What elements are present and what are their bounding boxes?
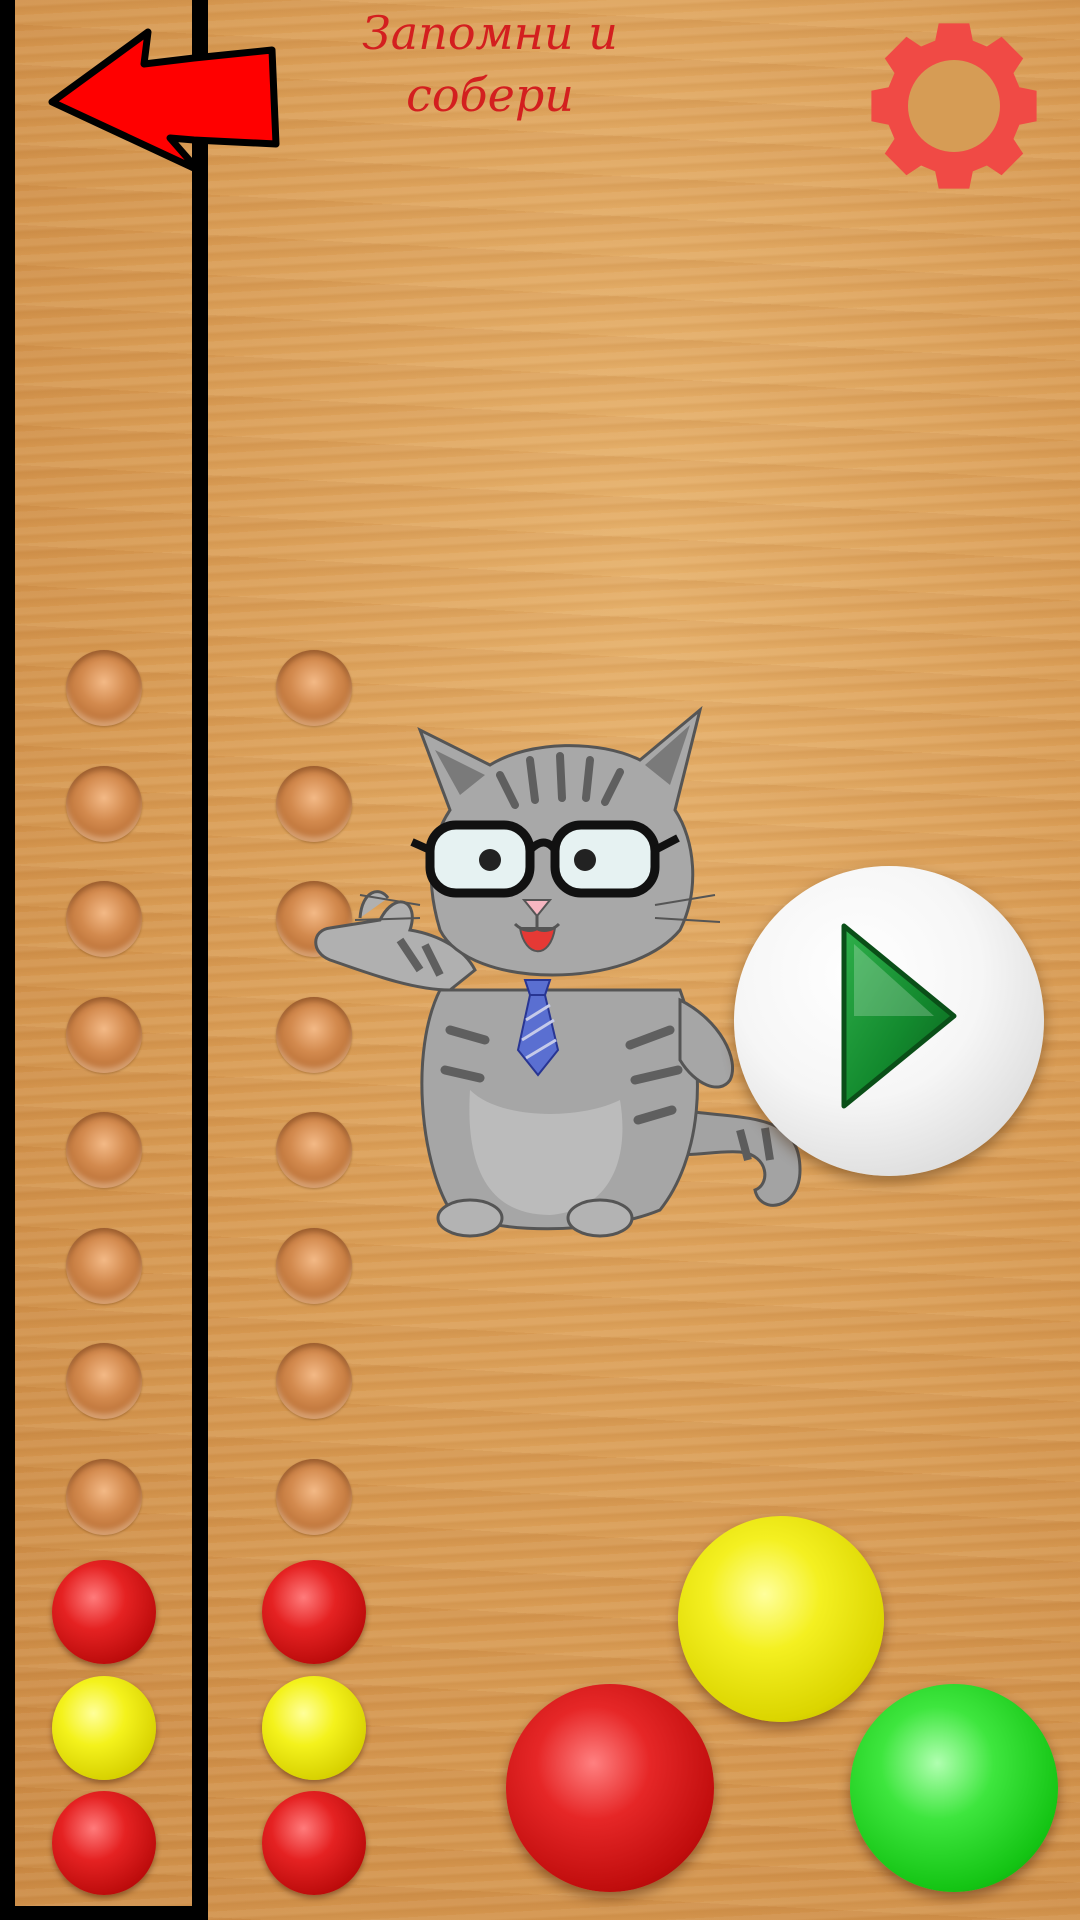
title-line-2: собери [406,68,574,122]
back-arrow-icon [48,28,280,174]
player-red-peg[interactable] [262,1560,366,1664]
settings-button[interactable] [868,20,1040,192]
sample-red-peg [52,1791,156,1895]
sample-empty-hole [66,765,142,842]
page-title: Запомни и собери [320,2,660,126]
sample-red-peg [52,1560,156,1664]
gear-icon [871,23,1037,189]
play-icon [841,923,957,1109]
sample-empty-hole [66,650,142,726]
board-bottom-border [0,1906,208,1920]
palette-red-ball[interactable] [506,1684,714,1892]
board-column-divider [192,0,208,1920]
sample-empty-hole [66,1227,142,1304]
play-button[interactable] [734,866,1044,1176]
sample-yellow-peg [52,1675,156,1780]
player-empty-hole[interactable] [276,1343,352,1419]
board-left-border [0,0,15,1920]
player-empty-hole[interactable] [276,1458,352,1535]
palette-yellow-ball[interactable] [678,1516,884,1722]
player-yellow-peg[interactable] [262,1675,366,1780]
back-button[interactable] [48,28,284,174]
palette-green-ball[interactable] [850,1684,1058,1892]
sample-empty-hole [66,1458,142,1535]
sample-empty-hole [66,1112,142,1188]
sample-empty-hole [66,1343,142,1419]
player-red-peg[interactable] [262,1791,366,1895]
sample-empty-hole [66,996,142,1073]
sample-empty-hole [66,881,142,957]
title-line-1: Запомни и [362,6,618,60]
